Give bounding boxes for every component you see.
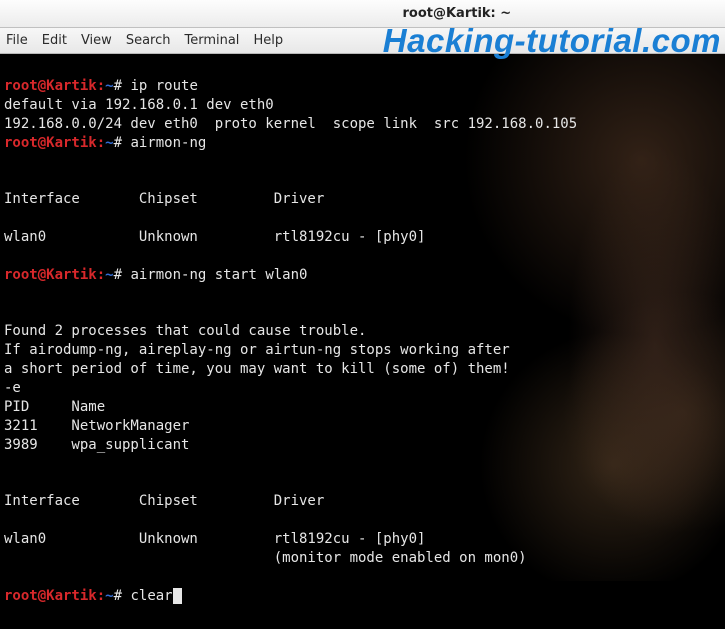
output-line: 3211 NetworkManager xyxy=(4,418,189,434)
output-line: -e xyxy=(4,380,21,396)
command-line: airmon-ng start wlan0 xyxy=(130,267,307,283)
output-line: PID Name xyxy=(4,399,105,415)
prompt-symbol: # xyxy=(114,588,122,604)
prompt-userhost: root@Kartik xyxy=(4,78,97,94)
output-line: 192.168.0.0/24 dev eth0 proto kernel sco… xyxy=(4,116,577,132)
terminal-viewport[interactable]: root@Kartik:~# ip route default via 192.… xyxy=(0,54,725,581)
prompt-symbol: # xyxy=(114,135,122,151)
prompt-userhost: root@Kartik xyxy=(4,135,97,151)
output-line: Found 2 processes that could cause troub… xyxy=(4,323,366,339)
output-line: wlan0 Unknown rtl8192cu - [phy0] xyxy=(4,229,425,245)
window-title: root@Kartik: ~ xyxy=(403,6,512,21)
menu-edit[interactable]: Edit xyxy=(42,33,67,48)
prompt-userhost: root@Kartik xyxy=(4,267,97,283)
prompt-path: ~ xyxy=(105,135,113,151)
prompt-path: ~ xyxy=(105,267,113,283)
terminal-output: root@Kartik:~# ip route default via 192.… xyxy=(0,54,725,629)
menu-view[interactable]: View xyxy=(81,33,112,48)
output-line: a short period of time, you may want to … xyxy=(4,361,510,377)
output-line: Interface Chipset Driver xyxy=(4,191,324,207)
menu-terminal[interactable]: Terminal xyxy=(184,33,239,48)
output-line: 3989 wpa_supplicant xyxy=(4,437,189,453)
menubar: File Edit View Search Terminal Help Hack… xyxy=(0,28,725,54)
window-titlebar: root@Kartik: ~ xyxy=(0,0,725,28)
prompt-path: ~ xyxy=(105,78,113,94)
command-line: ip route xyxy=(130,78,197,94)
menu-file[interactable]: File xyxy=(6,33,28,48)
prompt-symbol: # xyxy=(114,267,122,283)
menu-search[interactable]: Search xyxy=(126,33,171,48)
command-line: airmon-ng xyxy=(130,135,206,151)
command-line: clear xyxy=(130,588,172,604)
prompt-userhost: root@Kartik xyxy=(4,588,97,604)
output-line: (monitor mode enabled on mon0) xyxy=(4,550,527,566)
output-line: wlan0 Unknown rtl8192cu - [phy0] xyxy=(4,531,425,547)
menu-help[interactable]: Help xyxy=(253,33,283,48)
prompt-path: ~ xyxy=(105,588,113,604)
output-line: default via 192.168.0.1 dev eth0 xyxy=(4,97,274,113)
prompt-symbol: # xyxy=(114,78,122,94)
output-line: If airodump-ng, aireplay-ng or airtun-ng… xyxy=(4,342,510,358)
output-line: Interface Chipset Driver xyxy=(4,493,324,509)
cursor-icon xyxy=(173,588,182,604)
